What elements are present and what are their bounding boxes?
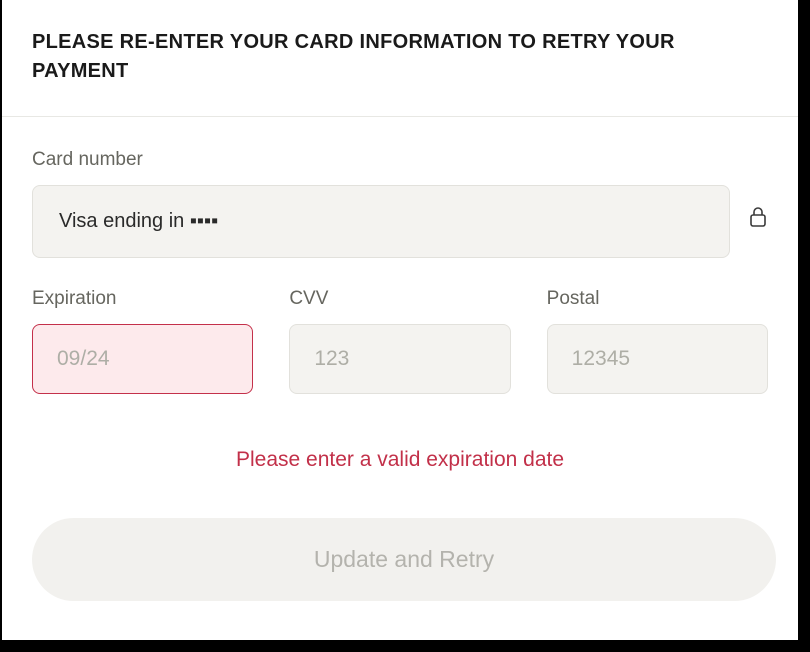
expiration-group: Expiration bbox=[32, 288, 253, 394]
update-retry-button[interactable]: Update and Retry bbox=[32, 518, 776, 601]
expiration-field[interactable] bbox=[32, 324, 253, 394]
lock-icon bbox=[748, 205, 768, 234]
postal-group: Postal bbox=[547, 288, 768, 394]
error-message: Please enter a valid expiration date bbox=[32, 448, 768, 472]
modal-title: PLEASE RE-ENTER YOUR CARD INFORMATION TO… bbox=[32, 28, 768, 86]
lock-icon-wrap bbox=[748, 183, 768, 257]
modal-header: PLEASE RE-ENTER YOUR CARD INFORMATION TO… bbox=[2, 0, 798, 117]
postal-field[interactable] bbox=[547, 324, 768, 394]
cvv-field[interactable] bbox=[289, 324, 510, 394]
payment-retry-modal: PLEASE RE-ENTER YOUR CARD INFORMATION TO… bbox=[0, 0, 800, 642]
card-number-display: Visa ending in ▪▪▪▪ bbox=[32, 185, 730, 258]
card-number-group: Card number Visa ending in ▪▪▪▪ bbox=[32, 149, 730, 258]
card-number-row: Card number Visa ending in ▪▪▪▪ bbox=[32, 149, 768, 258]
payment-form: Card number Visa ending in ▪▪▪▪ Expirati… bbox=[2, 117, 798, 621]
postal-label: Postal bbox=[547, 288, 768, 310]
card-details-row: Expiration CVV Postal bbox=[32, 288, 768, 394]
cvv-group: CVV bbox=[289, 288, 510, 394]
expiration-label: Expiration bbox=[32, 288, 253, 310]
cvv-label: CVV bbox=[289, 288, 510, 310]
card-number-label: Card number bbox=[32, 149, 730, 171]
